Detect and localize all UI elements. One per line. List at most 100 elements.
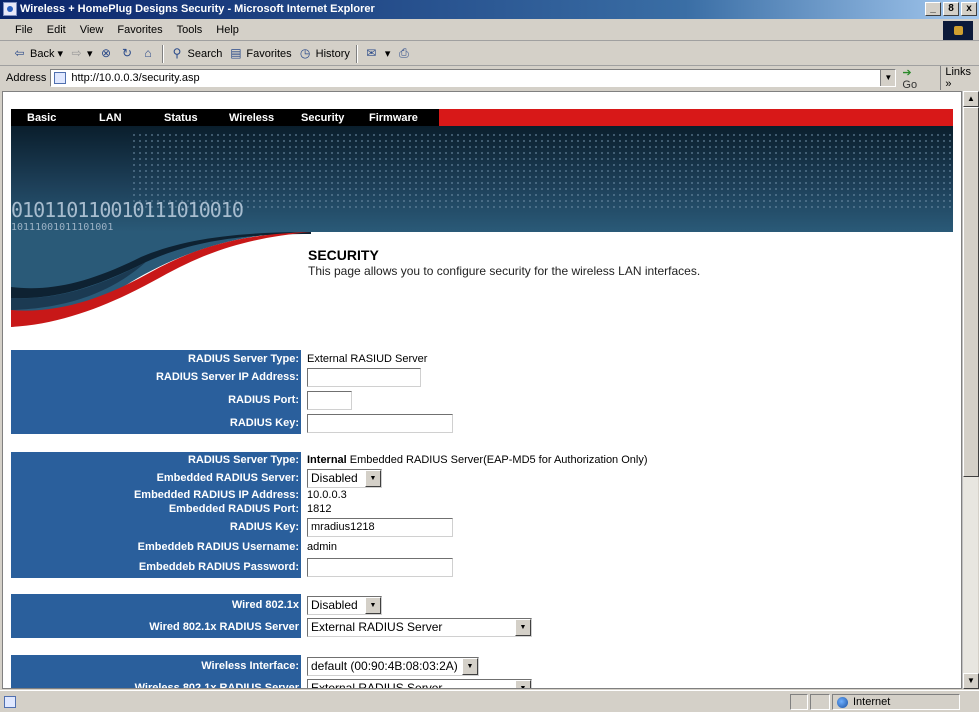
chevron-down-icon: ▼ — [515, 679, 531, 688]
wired-8021x-row: Wired 802.1x Disabled ▼ — [11, 594, 953, 616]
windows-logo-icon — [943, 21, 973, 40]
embedded-radius-password-input[interactable] — [307, 557, 453, 577]
external-radius-key-row: RADIUS Key: — [11, 412, 953, 434]
status-panel — [810, 694, 830, 710]
nav-lan[interactable]: LAN — [99, 112, 122, 124]
internal-radius-type-rest: Embedded RADIUS Server(EAP-MD5 for Autho… — [346, 454, 648, 466]
search-label: Search — [187, 47, 223, 60]
embedded-radius-port-value: 1812 — [307, 502, 332, 515]
toolbar-separator — [161, 44, 164, 63]
stop-icon[interactable]: ⊗ — [99, 46, 114, 61]
banner-swoosh — [11, 232, 311, 327]
browser-window: Wireless + HomePlug Designs Security - M… — [0, 0, 979, 712]
address-dropdown-icon[interactable]: ▼ — [880, 70, 896, 86]
links-button[interactable]: Links » — [940, 66, 979, 90]
scroll-down-icon[interactable]: ▼ — [963, 673, 979, 689]
mail-icon[interactable]: ✉ — [364, 46, 379, 61]
banner-binary-text-small: 10111001011101001 — [11, 222, 114, 232]
home-icon[interactable]: ⌂ — [141, 46, 156, 61]
menu-help[interactable]: Help — [209, 24, 246, 36]
back-button[interactable]: ⇦ Back ▾ — [12, 46, 63, 61]
embedded-radius-password-row: Embeddeb RADIUS Password: — [11, 556, 953, 578]
favorites-button[interactable]: ▤ Favorites — [228, 46, 291, 61]
menu-favorites[interactable]: Favorites — [110, 24, 169, 36]
wireless-radius-server-select[interactable]: External RADIUS Server ▼ — [307, 678, 532, 688]
nav-basic[interactable]: Basic — [27, 112, 56, 124]
refresh-icon[interactable]: ↻ — [120, 46, 135, 61]
radius-port-label: RADIUS Port: — [228, 394, 299, 406]
embedded-radius-port-row: Embedded RADIUS Port: 1812 — [11, 502, 953, 515]
wired-radius-server-select[interactable]: External RADIUS Server ▼ — [307, 617, 532, 637]
embedded-radius-server-select[interactable]: Disabled ▼ — [307, 468, 382, 488]
nav-links: Basic LAN Status Wireless Security Firmw… — [11, 109, 439, 126]
chevron-down-icon: ▼ — [515, 618, 531, 636]
forward-dropdown-icon[interactable]: ▾ — [87, 47, 93, 60]
title-bar: Wireless + HomePlug Designs Security - M… — [0, 0, 979, 19]
wireless-interface-row: Wireless Interface: default (00:90:4B:08… — [11, 655, 953, 677]
scroll-thumb[interactable] — [963, 107, 979, 477]
radius-key-label: RADIUS Key: — [229, 417, 299, 429]
radius-key-input[interactable] — [307, 413, 453, 433]
page-title: SECURITY — [308, 247, 379, 263]
maximize-button[interactable]: 8 — [943, 2, 959, 16]
page-viewport: Basic LAN Status Wireless Security Firmw… — [2, 91, 962, 689]
embedded-radius-server-row: Embedded RADIUS Server: Disabled ▼ — [11, 468, 953, 488]
wireless-radius-server-label: Wireless 802.1x RADIUS Server — [134, 682, 299, 689]
history-button[interactable]: ◷ History — [298, 46, 350, 61]
embedded-radius-username-value: admin — [307, 541, 337, 553]
search-icon: ⚲ — [172, 46, 182, 60]
wired-radius-server-row: Wired 802.1x RADIUS Server External RADI… — [11, 616, 953, 638]
forward-button[interactable]: ⇨ ▾ — [69, 46, 93, 61]
external-radius-ip-row: RADIUS Server IP Address: — [11, 367, 953, 387]
radius-port-input[interactable] — [307, 390, 352, 410]
vertical-scrollbar[interactable]: ▲ ▼ — [962, 91, 979, 689]
embedded-radius-key-label: RADIUS Key: — [229, 521, 299, 533]
embedded-radius-username-row: Embeddeb RADIUS Username: admin — [11, 538, 953, 556]
favorites-icon: ▤ — [230, 46, 242, 60]
close-button[interactable]: x — [961, 2, 977, 16]
nav-status[interactable]: Status — [164, 112, 198, 124]
security-zone: Internet — [832, 694, 960, 710]
mail-dropdown-icon[interactable]: ▾ — [385, 47, 391, 60]
embedded-radius-username-label: Embeddeb RADIUS Username: — [137, 541, 299, 553]
menu-file[interactable]: File — [8, 24, 40, 36]
search-button[interactable]: ⚲ Search — [170, 46, 223, 61]
internal-radius-type-row: RADIUS Server Type: Internal Embedded RA… — [11, 452, 953, 468]
embedded-radius-key-input[interactable]: mradius1218 — [307, 517, 453, 537]
external-radius-type-row: RADIUS Server Type: External RASIUD Serv… — [11, 350, 953, 367]
nav-security[interactable]: Security — [301, 112, 344, 124]
address-bar: Address http://10.0.0.3/security.asp ▼ ➔… — [0, 66, 979, 91]
go-label: Go — [902, 78, 918, 91]
history-icon: ◷ — [299, 46, 311, 60]
wired-8021x-label: Wired 802.1x — [231, 599, 299, 611]
forward-arrow-icon: ⇨ — [71, 46, 82, 60]
links-label: Links — [945, 66, 972, 78]
wired-8021x-select[interactable]: Disabled ▼ — [307, 595, 382, 615]
wireless-radius-server-row: Wireless 802.1x RADIUS Server External R… — [11, 677, 953, 689]
chevron-down-icon: ▼ — [462, 657, 478, 675]
menu-edit[interactable]: Edit — [40, 24, 73, 36]
favorites-label: Favorites — [246, 47, 292, 60]
window-controls: _ 8 x — [925, 2, 977, 16]
wireless-interface-select[interactable]: default (00:90:4B:08:03:2A) ▼ — [307, 656, 479, 676]
radius-server-ip-input[interactable] — [307, 367, 421, 387]
globe-icon — [837, 697, 848, 708]
page-status-icon — [4, 695, 16, 708]
embedded-radius-server-label: Embedded RADIUS Server: — [156, 472, 299, 484]
minimize-button[interactable]: _ — [925, 2, 941, 16]
address-input[interactable]: http://10.0.0.3/security.asp ▼ — [50, 69, 897, 87]
print-icon[interactable]: ⎙ — [396, 46, 411, 61]
back-dropdown-icon[interactable]: ▾ — [57, 47, 63, 60]
wireless-interface-selected: default (00:90:4B:08:03:2A) — [311, 658, 458, 673]
nav-wireless[interactable]: Wireless — [229, 112, 274, 124]
toolbar: ⇦ Back ▾ ⇨ ▾ ⊗ ↻ ⌂ ⚲ Search ▤ Favorites … — [0, 42, 979, 66]
external-radius-port-row: RADIUS Port: — [11, 389, 953, 411]
internal-radius-type-label: RADIUS Server Type: — [187, 454, 299, 466]
scroll-up-icon[interactable]: ▲ — [963, 91, 979, 107]
go-button[interactable]: ➔ Go — [902, 66, 928, 91]
page-description: This page allows you to configure securi… — [308, 264, 701, 278]
menu-view[interactable]: View — [73, 24, 111, 36]
menu-tools[interactable]: Tools — [170, 24, 210, 36]
embedded-radius-key-row: RADIUS Key: mradius1218 — [11, 516, 953, 538]
nav-firmware[interactable]: Firmware — [369, 112, 418, 124]
